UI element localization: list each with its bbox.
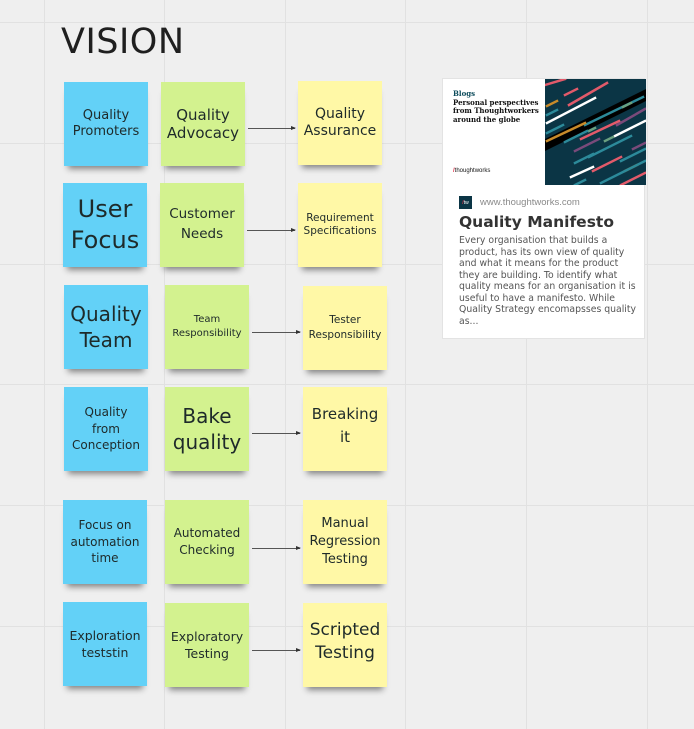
sticky-note-yellow[interactable]: Quality Assurance [298, 81, 382, 165]
card-image [545, 79, 646, 185]
note-text: Quality [84, 404, 128, 419]
sticky-note-blue[interactable]: User Focus [63, 183, 147, 267]
code-line [583, 95, 645, 127]
sticky-note-yellow[interactable]: Scripted Testing [303, 603, 387, 687]
card-description: Every organisation that builds a product… [459, 235, 637, 327]
note-text: Promoters [72, 124, 140, 139]
note-text: Advocacy [166, 124, 240, 142]
note-text: Tester [329, 314, 361, 327]
code-line [563, 87, 579, 97]
note-text: Responsibility [308, 329, 382, 341]
note-text: Assurance [303, 123, 377, 139]
note-text: it [339, 427, 351, 446]
note-text: Quality [314, 106, 366, 123]
sticky-note-green[interactable]: Customer Needs [160, 183, 244, 267]
board-title[interactable]: VISION [61, 22, 185, 62]
favicon-text: tw [463, 199, 469, 206]
note-text: Team [193, 314, 221, 325]
code-line [573, 152, 595, 165]
code-line [603, 135, 615, 143]
grid-line [405, 0, 406, 729]
note-text: Breaking [311, 405, 379, 423]
note-text: Testing [322, 552, 368, 568]
code-line [631, 141, 646, 151]
grid-line [0, 384, 694, 385]
note-text: teststin [81, 645, 129, 660]
sticky-note-yellow[interactable]: Breaking it [303, 387, 387, 471]
note-text: automation [70, 534, 140, 549]
grid-line [285, 0, 286, 729]
code-lines-illustration [545, 79, 646, 185]
source-url[interactable]: www.thoughtworks.com [480, 197, 580, 208]
code-line [545, 108, 559, 117]
note-text: Focus on [78, 517, 132, 532]
connector-arrow[interactable] [248, 126, 296, 130]
connector-arrow[interactable] [252, 330, 301, 334]
sticky-note-yellow[interactable]: Tester Responsibility [303, 286, 387, 370]
banner-headline: Personal perspectives from Thoughtworker… [453, 98, 539, 124]
note-text: Focus [70, 226, 140, 254]
note-text: Testing [185, 646, 229, 661]
note-text: Needs [180, 226, 224, 242]
card-banner: Blogs Personal perspectives from Thought… [443, 79, 545, 185]
note-text: Bake [182, 404, 232, 428]
code-line [591, 155, 623, 173]
note-text: quality [172, 430, 242, 454]
sticky-note-green[interactable]: Bake quality [165, 387, 249, 471]
thoughtworks-logo: /thoughtworks [453, 168, 490, 174]
logo-text: thoughtworks [454, 168, 491, 174]
note-text: Testing [315, 642, 375, 663]
sticky-note-blue[interactable]: Quality Team [64, 285, 148, 369]
sticky-note-green[interactable]: Automated Checking [165, 500, 249, 584]
code-line [573, 178, 587, 185]
code-line [545, 99, 559, 108]
connector-arrow[interactable] [252, 431, 301, 435]
code-line [573, 137, 601, 153]
note-text: Responsibility [172, 328, 242, 339]
card-source[interactable]: / tw www.thoughtworks.com [459, 196, 580, 209]
sticky-note-blue[interactable]: Exploration teststin [63, 602, 147, 686]
note-text: User [77, 194, 133, 223]
note-text: Quality [82, 108, 130, 124]
note-text: Customer [169, 206, 235, 223]
connector-arrow[interactable] [252, 546, 301, 550]
sticky-note-yellow[interactable]: Requirement Specifications [298, 183, 382, 267]
card-title[interactable]: Quality Manifesto [459, 213, 614, 231]
note-text: Exploratory [170, 628, 244, 644]
thoughtworks-favicon-icon: / tw [459, 196, 472, 209]
sticky-note-green[interactable]: Team Responsibility [165, 285, 249, 369]
code-line [569, 165, 595, 179]
sticky-note-yellow[interactable]: Manual Regression Testing [303, 500, 387, 584]
note-text: time [91, 551, 119, 566]
note-text: Quality [70, 302, 142, 326]
sticky-note-green[interactable]: Quality Advocacy [161, 82, 245, 166]
note-text: Exploration [69, 627, 141, 643]
sticky-note-blue[interactable]: Focus on automation time [63, 500, 147, 584]
note-text: Scripted [309, 620, 381, 640]
note-text: Checking [179, 543, 235, 557]
code-line [619, 147, 646, 163]
note-text: Requirement [306, 212, 374, 225]
banner-kicker: Blogs [453, 89, 476, 98]
note-text: Automated [173, 525, 241, 540]
note-text: Manual [321, 515, 369, 531]
note-text: from [92, 421, 120, 436]
code-line [545, 79, 567, 87]
link-preview-card[interactable]: Blogs Personal perspectives from Thought… [442, 78, 646, 339]
code-line [619, 171, 646, 185]
note-text: Specifications [303, 225, 377, 237]
connector-arrow[interactable] [247, 228, 296, 232]
sticky-note-green[interactable]: Exploratory Testing [165, 603, 249, 687]
sticky-note-blue[interactable]: Quality from Conception [64, 387, 148, 471]
connector-arrow[interactable] [252, 648, 301, 652]
grid-line [647, 0, 648, 729]
note-text: Team [79, 328, 133, 352]
sticky-note-blue[interactable]: Quality Promoters [64, 82, 148, 166]
note-text: Regression [309, 533, 381, 549]
grid-line [44, 0, 45, 729]
note-text: Conception [72, 438, 140, 453]
note-text: Quality [176, 106, 230, 124]
